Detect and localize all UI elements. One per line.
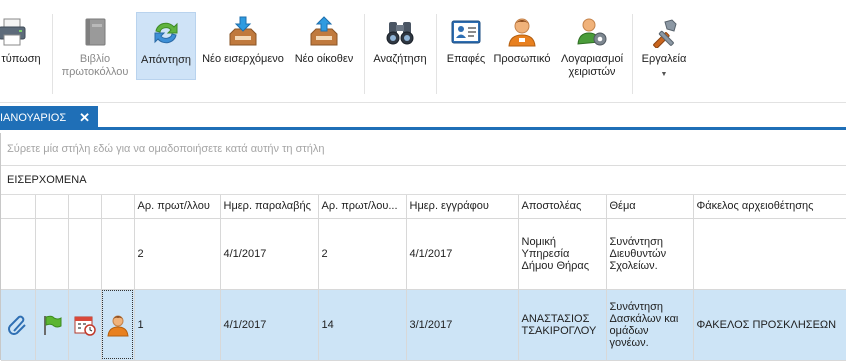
binoculars-icon xyxy=(386,22,414,45)
search-button[interactable]: Αναζήτηση xyxy=(370,12,430,82)
document-tab-bar: ΙΑΝΟΥΑΡΙΟΣ ✕ xyxy=(0,103,846,130)
protocol-book-button[interactable]: Βιβλίο πρωτοκόλλου xyxy=(58,12,132,82)
user-accounts-label: Λογαριασμοί χειριστών xyxy=(560,53,624,78)
protocol-no-cell[interactable]: 2 xyxy=(134,218,221,290)
inbox-down-icon xyxy=(229,16,257,46)
document-date-cell[interactable]: 4/1/2017 xyxy=(406,218,519,290)
contacts-button[interactable]: Επαφές xyxy=(442,12,490,82)
subject-cell[interactable]: Συνάντηση Δασκάλων και ομάδων γονέων. xyxy=(606,289,694,361)
column-header-calendar[interactable] xyxy=(68,195,102,219)
contacts-label: Επαφές xyxy=(446,53,486,65)
sender-cell[interactable]: Νομική Υπηρεσία Δήμου Θήρας xyxy=(518,218,607,290)
ribbon-toolbar: τύπωση Βιβλίο πρωτοκόλλου Απάντηση Νέο ε… xyxy=(0,0,846,103)
personnel-button[interactable]: Προσωπικό xyxy=(492,12,552,82)
attachment-cell[interactable] xyxy=(1,289,36,361)
flag-cell[interactable] xyxy=(35,289,69,361)
contact-card-icon xyxy=(451,20,481,44)
person-icon xyxy=(106,315,129,336)
new-incoming-button[interactable]: Νέο εισερχόμενο xyxy=(198,12,288,82)
person-icon xyxy=(508,18,536,47)
table-row-selected[interactable]: 1 4/1/2017 14 3/1/2017 ΑΝΑΣΤΑΣΙΟΣ ΤΣΑΚΙΡ… xyxy=(1,289,846,361)
person-cell[interactable] xyxy=(101,218,135,290)
ribbon-separator xyxy=(436,14,437,94)
print-label: τύπωση xyxy=(1,53,41,65)
sender-protocol-no-cell[interactable]: 2 xyxy=(318,218,407,290)
sender-cell[interactable]: ΑΝΑΣΤΑΣΙΟΣ ΤΣΑΚΙΡΟΓΛΟΥ xyxy=(518,289,607,361)
column-header-subject[interactable]: Θέμα xyxy=(606,195,694,219)
new-incoming-label: Νέο εισερχόμενο xyxy=(202,53,284,65)
receipt-date-cell[interactable]: 4/1/2017 xyxy=(220,289,319,361)
column-header-sender-protocol-no[interactable]: Αρ. πρωτ/λου... xyxy=(318,195,407,219)
print-button[interactable]: τύπωση xyxy=(0,12,46,82)
calendar-cell[interactable] xyxy=(68,289,102,361)
calendar-icon xyxy=(74,316,96,336)
column-header-archive-folder[interactable]: Φάκελος αρχειοθέτησης xyxy=(693,195,846,219)
column-header-protocol-no[interactable]: Αρ. πρωτ/λλου xyxy=(134,195,221,219)
person-cell[interactable] xyxy=(101,289,135,361)
ribbon-separator xyxy=(632,14,633,94)
chevron-down-icon: ▼ xyxy=(660,71,668,78)
column-header-sender[interactable]: Αποστολέας xyxy=(518,195,607,219)
users-gear-icon xyxy=(577,18,607,46)
personnel-label: Προσωπικό xyxy=(493,53,551,65)
new-outgoing-button[interactable]: Νέο οίκοθεν xyxy=(290,12,358,82)
table-row[interactable]: 2 4/1/2017 2 4/1/2017 Νομική Υπηρεσία Δή… xyxy=(1,218,846,290)
tools-button[interactable]: Εργαλεία ▼ xyxy=(638,12,690,82)
tab-january[interactable]: ΙΑΝΟΥΑΡΙΟΣ ✕ xyxy=(0,106,98,130)
tools-label: Εργαλεία xyxy=(641,53,687,65)
group-by-panel[interactable]: Σύρετε μία στήλη εδώ για να ομαδοποιήσετ… xyxy=(1,133,846,166)
calendar-cell[interactable] xyxy=(68,218,102,290)
column-header-attachment[interactable] xyxy=(1,195,36,219)
printer-icon xyxy=(0,18,26,46)
search-label: Αναζήτηση xyxy=(373,53,427,65)
inbox-up-icon xyxy=(310,16,338,46)
reply-arrows-icon xyxy=(154,22,178,44)
column-header-person[interactable] xyxy=(101,195,135,219)
user-accounts-button[interactable]: Λογαριασμοί χειριστών xyxy=(556,12,628,82)
protocol-book-label: Βιβλίο πρωτοκόλλου xyxy=(61,53,129,78)
sender-protocol-no-cell[interactable]: 14 xyxy=(318,289,407,361)
attachment-cell[interactable] xyxy=(1,218,36,290)
flag-icon xyxy=(43,315,61,335)
subject-cell[interactable]: Συνάντηση Διευθυντών Σχολείων. xyxy=(606,218,694,290)
tools-icon xyxy=(653,19,677,48)
column-header-document-date[interactable]: Ημερ. εγγράφου xyxy=(406,195,519,219)
document-date-cell[interactable]: 3/1/2017 xyxy=(406,289,519,361)
documents-grid: Σύρετε μία στήλη εδώ για να ομαδοποιήσετ… xyxy=(0,133,846,361)
tab-label: ΙΑΝΟΥΑΡΙΟΣ xyxy=(0,112,67,124)
protocol-no-cell[interactable]: 1 xyxy=(134,289,221,361)
reply-button[interactable]: Απάντηση xyxy=(136,12,196,80)
receipt-date-cell[interactable]: 4/1/2017 xyxy=(220,218,319,290)
column-header-row: Αρ. πρωτ/λλου Ημερ. παραλαβής Αρ. πρωτ/λ… xyxy=(1,195,846,219)
archive-folder-cell[interactable]: ΦΑΚΕΛΟΣ ΠΡΟΣΚΛΗΣΕΩΝ xyxy=(693,289,846,361)
flag-cell[interactable] xyxy=(35,218,69,290)
archive-folder-cell[interactable] xyxy=(693,218,846,290)
close-icon[interactable]: ✕ xyxy=(79,106,90,130)
documents-table: Αρ. πρωτ/λλου Ημερ. παραλαβής Αρ. πρωτ/λ… xyxy=(1,195,846,361)
new-outgoing-label: Νέο οίκοθεν xyxy=(294,53,354,65)
ribbon-separator xyxy=(364,14,365,94)
reply-label: Απάντηση xyxy=(141,54,191,66)
paperclip-icon xyxy=(7,315,26,335)
group-row-header[interactable]: ΕΙΣΕΡΧΟΜΕΝΑ xyxy=(1,166,846,195)
book-icon xyxy=(85,18,106,46)
column-header-receipt-date[interactable]: Ημερ. παραλαβής xyxy=(220,195,319,219)
ribbon-separator xyxy=(52,14,53,94)
column-header-flag[interactable] xyxy=(35,195,69,219)
